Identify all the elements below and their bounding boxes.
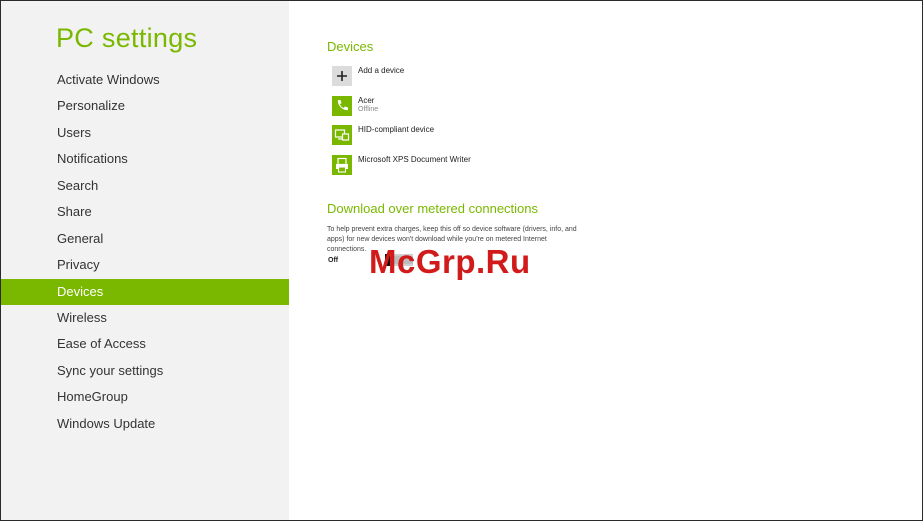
nav-item-devices[interactable]: Devices xyxy=(1,279,289,305)
printer-icon xyxy=(332,155,352,175)
nav-item-homegroup[interactable]: HomeGroup xyxy=(1,384,289,410)
metered-section-title: Download over metered connections xyxy=(327,201,539,216)
nav-item-label: Search xyxy=(57,178,99,193)
nav-item-sync-your-settings[interactable]: Sync your settings xyxy=(1,358,289,384)
nav-item-label: Users xyxy=(57,125,91,140)
nav-item-label: Activate Windows xyxy=(57,72,160,87)
nav-item-label: Personalize xyxy=(57,98,125,113)
nav-item-label: Devices xyxy=(57,284,104,299)
nav-item-label: Privacy xyxy=(57,257,100,272)
device-item-acer[interactable]: Acer Offline xyxy=(332,96,512,118)
nav-item-label: Wireless xyxy=(57,310,107,325)
device-item-microsoft-xps-document-writer[interactable]: Microsoft XPS Document Writer xyxy=(332,155,512,177)
nav-item-label: HomeGroup xyxy=(57,389,128,404)
device-name: Acer xyxy=(358,96,375,105)
nav-item-general[interactable]: General xyxy=(1,226,289,252)
nav-item-personalize[interactable]: Personalize xyxy=(1,93,289,119)
nav-item-privacy[interactable]: Privacy xyxy=(1,252,289,278)
nav-item-search[interactable]: Search xyxy=(1,173,289,199)
nav-item-label: General xyxy=(57,231,104,246)
nav-item-label: Windows Update xyxy=(57,416,156,431)
nav-item-label: Ease of Access xyxy=(57,336,146,351)
nav-item-wireless[interactable]: Wireless xyxy=(1,305,289,331)
nav-item-notifications[interactable]: Notifications xyxy=(1,146,289,172)
nav-item-activate-windows[interactable]: Activate Windows xyxy=(1,67,289,93)
device-item-hid-compliant-device[interactable]: HID-compliant device xyxy=(332,125,512,147)
device-status: Offline xyxy=(358,106,379,113)
device-name: Microsoft XPS Document Writer xyxy=(358,155,471,164)
page-title: PC settings xyxy=(56,23,198,53)
plus-icon xyxy=(332,66,352,86)
phone-icon xyxy=(332,96,352,116)
nav-item-label: Notifications xyxy=(57,151,128,166)
devices-section-title: Devices xyxy=(327,39,374,54)
nav-item-label: Sync your settings xyxy=(57,363,164,378)
add-device-button[interactable]: Add a device xyxy=(332,66,512,88)
window: PC settings Activate Windows Personalize… xyxy=(0,0,923,521)
device-name: HID-compliant device xyxy=(358,125,435,134)
nav-item-users[interactable]: Users xyxy=(1,120,289,146)
watermark: McGrp.Ru xyxy=(369,243,531,280)
add-device-label: Add a device xyxy=(358,66,405,75)
hid-device-icon xyxy=(332,125,352,145)
nav-item-label: Share xyxy=(57,204,92,219)
toggle-state-label: Off xyxy=(328,257,339,264)
settings-nav-pane: PC settings Activate Windows Personalize… xyxy=(1,1,289,520)
nav-item-ease-of-access[interactable]: Ease of Access xyxy=(1,331,289,357)
nav-item-windows-update[interactable]: Windows Update xyxy=(1,411,289,437)
nav-item-share[interactable]: Share xyxy=(1,199,289,225)
